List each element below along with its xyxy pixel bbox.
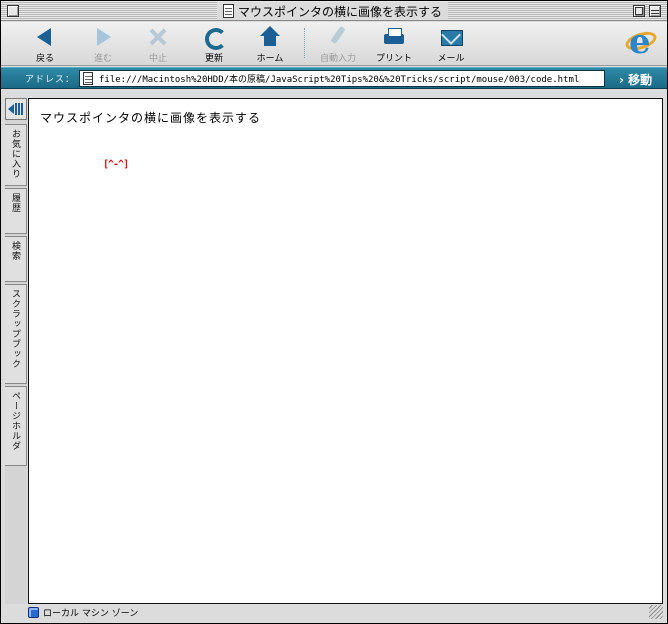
address-label: アドレス： — [25, 75, 76, 85]
sidebar-tab-search[interactable]: 検索 — [5, 236, 27, 282]
sidebar-tab-page-holder[interactable]: ページホルダ — [5, 386, 27, 466]
resize-grip-icon[interactable] — [649, 605, 663, 619]
print-button[interactable]: プリント — [370, 24, 418, 64]
stop-button[interactable]: 中止 — [134, 24, 182, 64]
sidebar-tab-history[interactable]: 履歴 — [5, 188, 27, 234]
go-button[interactable]: › 移動 — [619, 71, 652, 88]
autofill-label: 自動入力 — [319, 54, 356, 64]
close-box[interactable] — [7, 5, 19, 17]
toolbar: 戻る 進む 中止 更新 ホーム 自動入力 プリント メール e — [1, 22, 667, 66]
window-title-group: マウスポインタの横に画像を表示する — [217, 2, 449, 20]
autofill-icon — [327, 26, 349, 47]
cursor-follow-image: [^-^] — [103, 159, 129, 170]
sidebar-tab-favorites[interactable]: お気に入り — [5, 124, 27, 186]
mail-icon — [440, 26, 463, 47]
stop-label: 中止 — [148, 54, 167, 64]
ie-logo-icon[interactable]: e — [623, 22, 659, 62]
explorer-sidebar: お気に入り 履歴 検索 スクラップブック ページホルダ — [5, 98, 27, 604]
document-icon — [223, 4, 234, 18]
back-label: 戻る — [35, 54, 54, 64]
refresh-icon — [203, 26, 227, 50]
sidebar-toggle-icon[interactable] — [5, 98, 27, 120]
ie-logo-letter: e — [629, 22, 651, 62]
stop-icon — [147, 26, 169, 47]
refresh-label: 更新 — [204, 54, 223, 64]
back-button[interactable]: 戻る — [21, 24, 69, 64]
forward-button[interactable]: 進む — [79, 24, 127, 64]
zoom-box[interactable] — [633, 5, 645, 17]
sidebar-tab-scrapbook[interactable]: スクラップブック — [5, 284, 27, 384]
forward-label: 進む — [93, 54, 112, 64]
page-heading: マウスポインタの横に画像を表示する — [40, 111, 262, 125]
sidebar-tab-label: 履歴 — [10, 193, 20, 213]
url-input[interactable] — [99, 73, 599, 84]
autofill-button[interactable]: 自動入力 — [314, 24, 362, 64]
printer-icon — [383, 26, 405, 47]
home-label: ホーム — [256, 54, 284, 64]
sidebar-tab-label: お気に入り — [10, 129, 20, 179]
print-label: プリント — [375, 54, 412, 64]
browser-window: マウスポインタの横に画像を表示する 戻る 進む 中止 更新 ホーム 自動入力 プ… — [0, 0, 668, 624]
sidebar-tab-label: スクラップブック — [10, 289, 20, 369]
toolbar-separator — [304, 28, 305, 58]
security-zone-text: ローカル マシン ゾーン — [43, 608, 139, 619]
home-icon — [259, 26, 281, 47]
page-icon — [83, 72, 93, 85]
mail-button[interactable]: メール — [427, 24, 475, 64]
title-bar[interactable]: マウスポインタの横に画像を表示する — [1, 1, 667, 21]
refresh-button[interactable]: 更新 — [190, 24, 238, 64]
page-content[interactable]: マウスポインタの横に画像を表示する [^-^] — [28, 98, 663, 604]
forward-arrow-icon — [92, 26, 114, 47]
sidebar-tab-label: 検索 — [10, 241, 20, 261]
local-zone-icon — [28, 606, 39, 618]
mail-label: メール — [437, 54, 465, 64]
window-title: マウスポインタの横に画像を表示する — [238, 4, 443, 19]
sidebar-tab-label: ページホルダ — [10, 391, 20, 451]
collapse-box[interactable] — [649, 5, 661, 17]
address-bar: アドレス： › 移動 — [1, 67, 667, 89]
back-arrow-icon — [34, 26, 56, 47]
home-button[interactable]: ホーム — [246, 24, 294, 64]
address-field[interactable] — [79, 70, 605, 87]
status-bar: ローカル マシン ゾーン — [28, 605, 648, 619]
